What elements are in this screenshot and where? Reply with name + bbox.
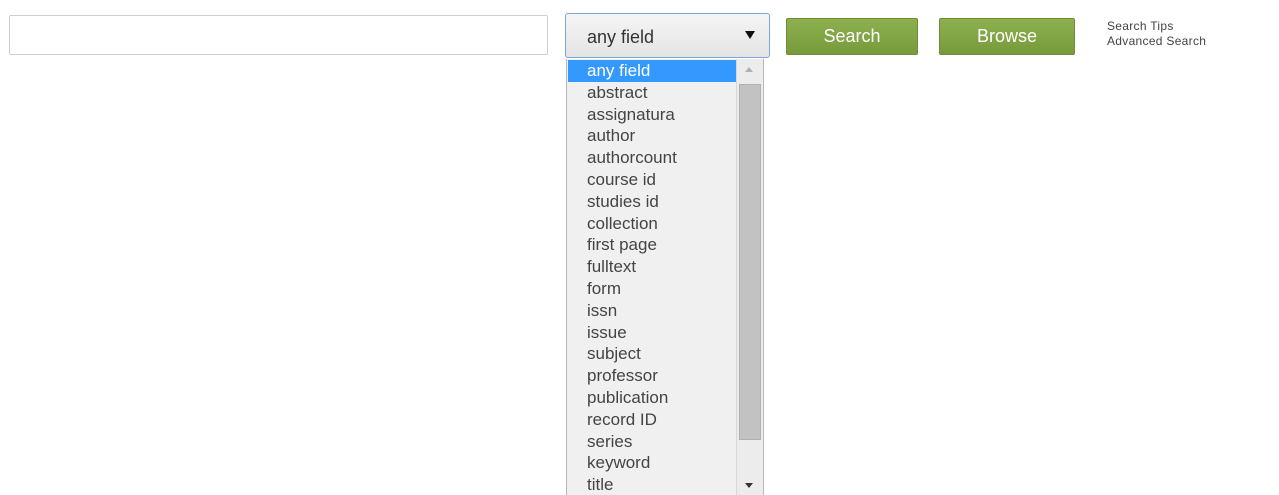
field-dropdown-list: any field abstract assignatura author au… (566, 59, 764, 495)
field-select[interactable]: any field (565, 13, 770, 58)
option-author[interactable]: author (568, 125, 736, 147)
search-links: Search Tips Advanced Search (1107, 19, 1206, 49)
option-studies-id[interactable]: studies id (568, 191, 736, 213)
option-publication[interactable]: publication (568, 387, 736, 409)
option-course-id[interactable]: course id (568, 169, 736, 191)
search-button[interactable]: Search (786, 18, 918, 55)
option-authorcount[interactable]: authorcount (568, 147, 736, 169)
option-record-id[interactable]: record ID (568, 409, 736, 431)
scroll-up-icon[interactable] (745, 67, 753, 72)
option-series[interactable]: series (568, 431, 736, 453)
option-keyword[interactable]: keyword (568, 452, 736, 474)
option-professor[interactable]: professor (568, 365, 736, 387)
option-title[interactable]: title (568, 474, 736, 495)
advanced-search-link[interactable]: Advanced Search (1107, 34, 1206, 49)
dropdown-scrollbar[interactable] (736, 59, 763, 495)
search-input[interactable] (9, 15, 548, 55)
option-any-field[interactable]: any field (568, 60, 736, 82)
option-form[interactable]: form (568, 278, 736, 300)
search-page: any field Search Browse Search Tips Adva… (0, 0, 1279, 495)
search-tips-link[interactable]: Search Tips (1107, 19, 1206, 34)
option-fulltext[interactable]: fulltext (568, 256, 736, 278)
option-subject[interactable]: subject (568, 343, 736, 365)
option-abstract[interactable]: abstract (568, 82, 736, 104)
caret-down-icon (745, 31, 755, 39)
dropdown-options: any field abstract assignatura author au… (568, 60, 736, 495)
option-assignatura[interactable]: assignatura (568, 104, 736, 126)
option-collection[interactable]: collection (568, 213, 736, 235)
option-issn[interactable]: issn (568, 300, 736, 322)
option-first-page[interactable]: first page (568, 234, 736, 256)
option-issue[interactable]: issue (568, 322, 736, 344)
field-select-value: any field (587, 27, 655, 47)
scroll-down-icon[interactable] (745, 483, 753, 488)
scrollbar-thumb[interactable] (739, 84, 761, 440)
browse-button[interactable]: Browse (939, 18, 1075, 55)
